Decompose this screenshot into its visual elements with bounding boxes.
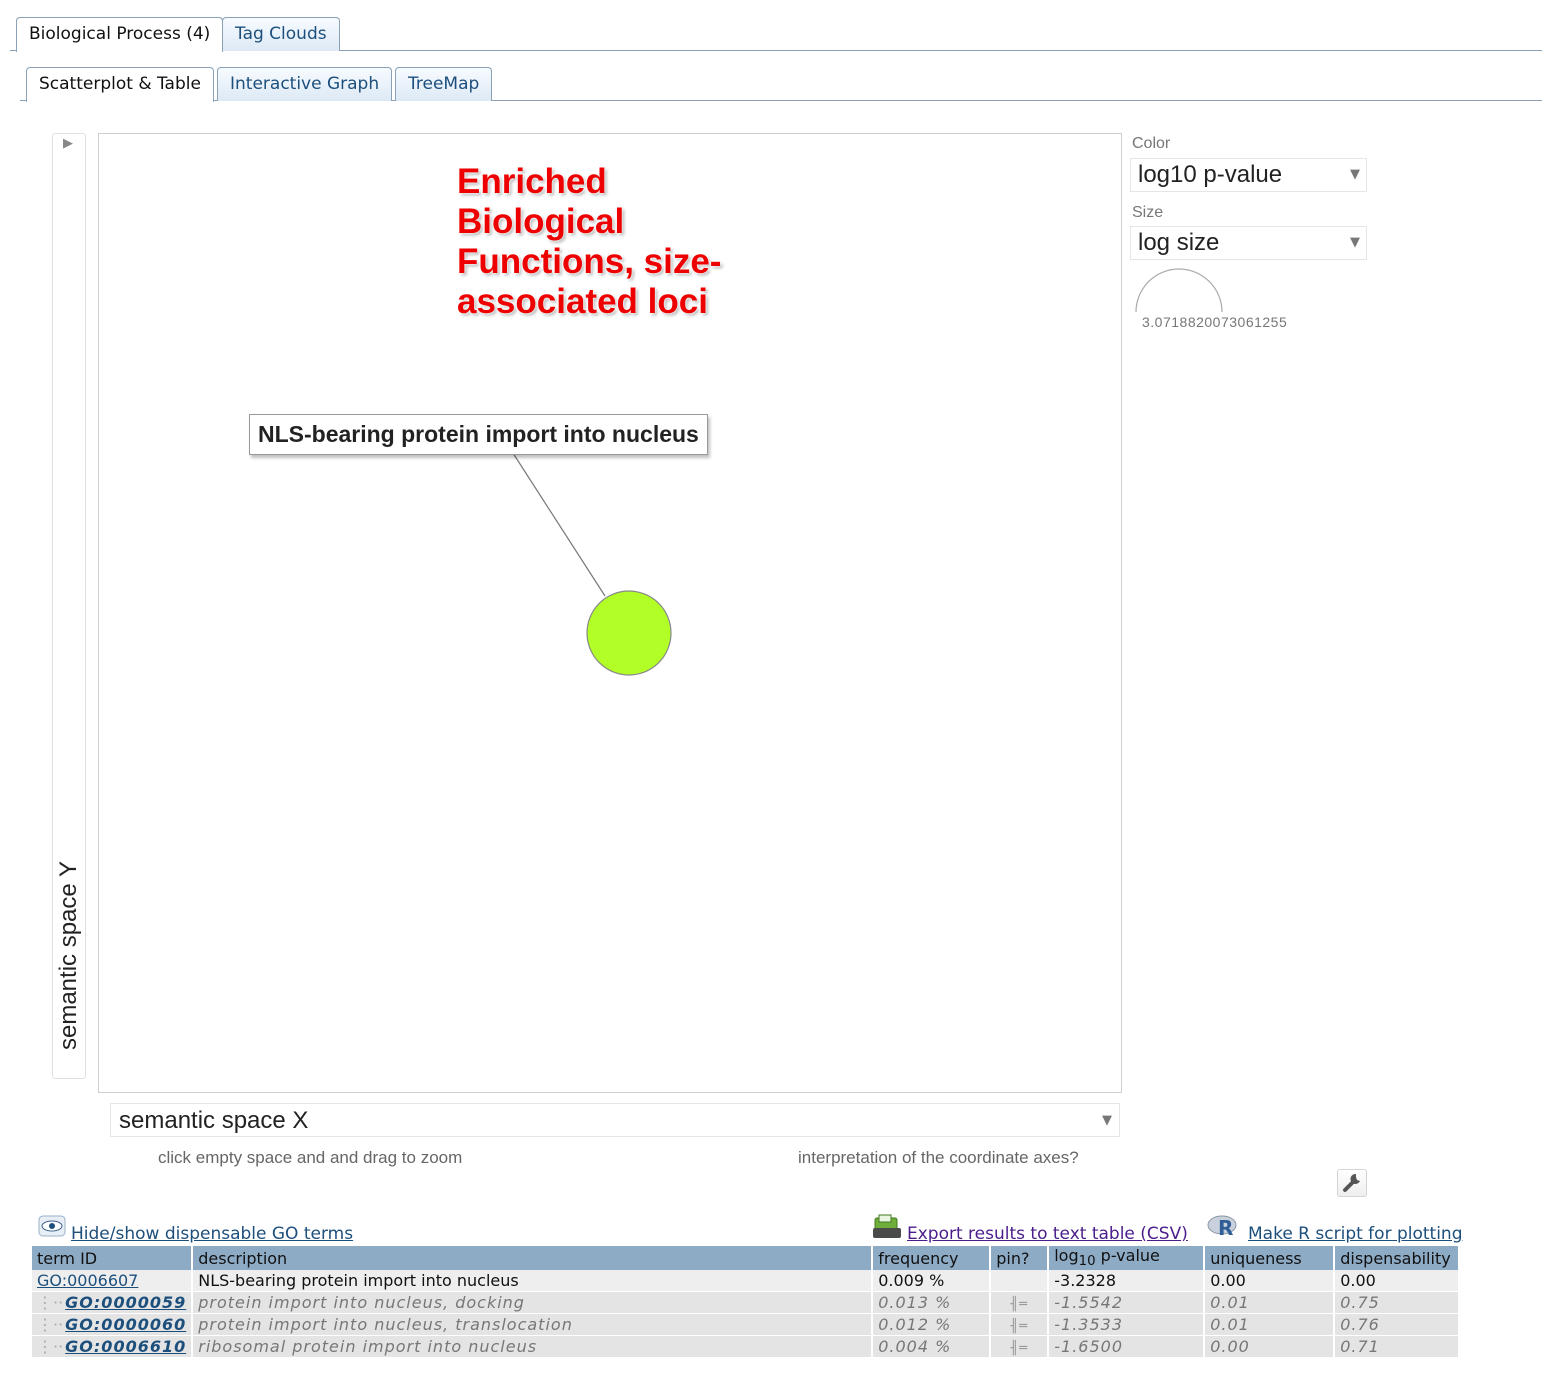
term-id-link[interactable]: GO:0006610 [65,1337,186,1356]
pin-icon[interactable]: ╢═ [1010,1297,1028,1312]
x-axis-selector[interactable]: semantic space X ▼ [110,1103,1120,1137]
description-cell: protein import into nucleus, docking [192,1291,874,1314]
term-callout-label: NLS-bearing protein import into nucleus [249,414,708,455]
settings-wrench-button[interactable] [1337,1169,1367,1197]
size-label: Size [1132,204,1164,221]
tree-connector-icon: ⋮·· [37,1337,64,1356]
chevron-down-icon: ▼ [1102,1113,1112,1128]
x-axis-label: semantic space X [119,1107,309,1134]
table-row: ⋮·· GO:0000059 protein import into nucleu… [32,1291,1460,1314]
term-id-link[interactable]: GO:0000060 [65,1315,186,1334]
size-legend-value: 3.0718820073061255 [1142,314,1288,330]
term-id-cell[interactable]: ⋮·· GO:0000059 [32,1291,194,1314]
annotation-line: associated loci [457,282,708,321]
pvalue-label: p-value [1095,1246,1160,1266]
frequency-cell: 0.013 % [872,1291,992,1314]
size-legend-arc-icon [1135,268,1223,313]
annotation-line: Biological [457,202,625,241]
tab-treemap[interactable]: TreeMap [395,67,493,101]
svg-text:R: R [1218,1216,1233,1240]
frequency-cell: 0.012 % [872,1313,992,1336]
log-label: log [1054,1246,1079,1266]
pvalue-cell: -1.6500 [1048,1335,1206,1358]
y-axis-selector[interactable]: ▶ semantic space Y [52,133,86,1079]
size-select[interactable]: log size ▼ [1130,226,1367,260]
callout-leader-line [510,449,606,597]
uniqueness-cell: 0.01 [1204,1313,1336,1336]
uniqueness-cell: 0.00 [1204,1335,1336,1358]
pin-cell [990,1270,1050,1292]
table-row: ⋮·· GO:0000060 protein import into nucleu… [32,1313,1460,1336]
tab-biological-process[interactable]: Biological Process (4) [16,17,224,52]
term-id-link[interactable]: GO:0000059 [65,1293,186,1312]
pin-cell[interactable]: ╢═ [990,1291,1050,1314]
chevron-down-icon: ▼ [1350,235,1360,250]
pin-icon[interactable]: ╢═ [1010,1341,1028,1356]
tree-connector-icon: ⋮·· [37,1315,64,1334]
pvalue-cell: -1.5542 [1048,1291,1206,1314]
table-row: ⋮·· GO:0006610 ribosomal protein import i… [32,1335,1460,1358]
scatterplot[interactable]: Enriched Biological Functions, size- ass… [98,133,1122,1093]
log-subscript: 10 [1078,1254,1096,1270]
pin-cell[interactable]: ╢═ [990,1335,1050,1358]
wrench-icon [1343,1173,1360,1192]
col-frequency[interactable]: frequency [872,1246,992,1270]
dispensability-cell: 0.75 [1334,1291,1460,1314]
export-csv-link[interactable]: Export results to text table (CSV) [907,1224,1188,1244]
zoom-hint: click empty space and and drag to zoom [158,1148,463,1167]
plot-annotation: Enriched Biological Functions, size- ass… [457,162,721,322]
hide-show-dispensable-link[interactable]: Hide/show dispensable GO terms [71,1224,353,1244]
csv-export-icon[interactable] [872,1214,902,1240]
eye-icon[interactable] [38,1214,66,1238]
color-label: Color [1132,135,1171,152]
col-log10-pvalue[interactable]: log10 p-value [1048,1246,1206,1270]
table-header-row: term ID description frequency pin? log10… [32,1246,1460,1270]
tab-interactive-graph[interactable]: Interactive Graph [217,67,393,101]
r-logo-icon[interactable]: R [1207,1214,1241,1240]
annotation-line: Enriched [457,162,607,201]
term-id-cell[interactable]: GO:0006607 [32,1270,194,1292]
dispensability-cell: 0.00 [1334,1270,1460,1292]
uniqueness-cell: 0.01 [1204,1291,1336,1314]
dispensability-cell: 0.76 [1334,1313,1460,1336]
pvalue-cell: -3.2328 [1048,1270,1206,1292]
pin-icon[interactable]: ╢═ [1010,1319,1028,1334]
col-uniqueness[interactable]: uniqueness [1204,1246,1336,1270]
tab-scatterplot-table[interactable]: Scatterplot & Table [26,67,214,102]
dispensability-cell: 0.71 [1334,1335,1460,1358]
make-r-script-link[interactable]: Make R script for plotting [1248,1224,1463,1244]
pin-cell[interactable]: ╢═ [990,1313,1050,1336]
frequency-cell: 0.009 % [872,1270,992,1292]
color-select[interactable]: log10 p-value ▼ [1130,158,1367,192]
description-cell: protein import into nucleus, translocati… [192,1313,874,1336]
uniqueness-cell: 0.00 [1204,1270,1336,1292]
col-dispensability[interactable]: dispensability [1334,1246,1460,1270]
results-table: term ID description frequency pin? log10… [32,1246,1460,1358]
color-select-value: log10 p-value [1138,161,1283,188]
chevron-down-icon: ▼ [1350,167,1360,182]
go-term-bubble[interactable] [586,590,672,676]
tab-tag-clouds[interactable]: Tag Clouds [222,17,340,51]
description-cell: ribosomal protein import into nucleus [192,1335,874,1358]
expand-arrow-icon[interactable]: ▶ [63,136,73,151]
annotation-line: Functions, size- [457,242,722,281]
pvalue-cell: -1.3533 [1048,1313,1206,1336]
col-description[interactable]: description [192,1246,874,1270]
col-term-id[interactable]: term ID [32,1246,194,1270]
term-id-cell[interactable]: ⋮·· GO:0000060 [32,1313,194,1336]
axes-interpretation-link[interactable]: interpretation of the coordinate axes? [798,1148,1079,1168]
tree-connector-icon: ⋮·· [37,1293,64,1312]
size-select-value: log size [1138,229,1220,256]
term-id-cell[interactable]: ⋮·· GO:0006610 [32,1335,194,1358]
col-pin: pin? [990,1246,1050,1270]
description-cell: NLS-bearing protein import into nucleus [192,1270,874,1292]
term-id-link[interactable]: GO:0006607 [37,1271,138,1290]
y-axis-label: semantic space Y [55,861,82,1050]
table-row: GO:0006607 NLS-bearing protein import in… [32,1270,1460,1292]
frequency-cell: 0.004 % [872,1335,992,1358]
